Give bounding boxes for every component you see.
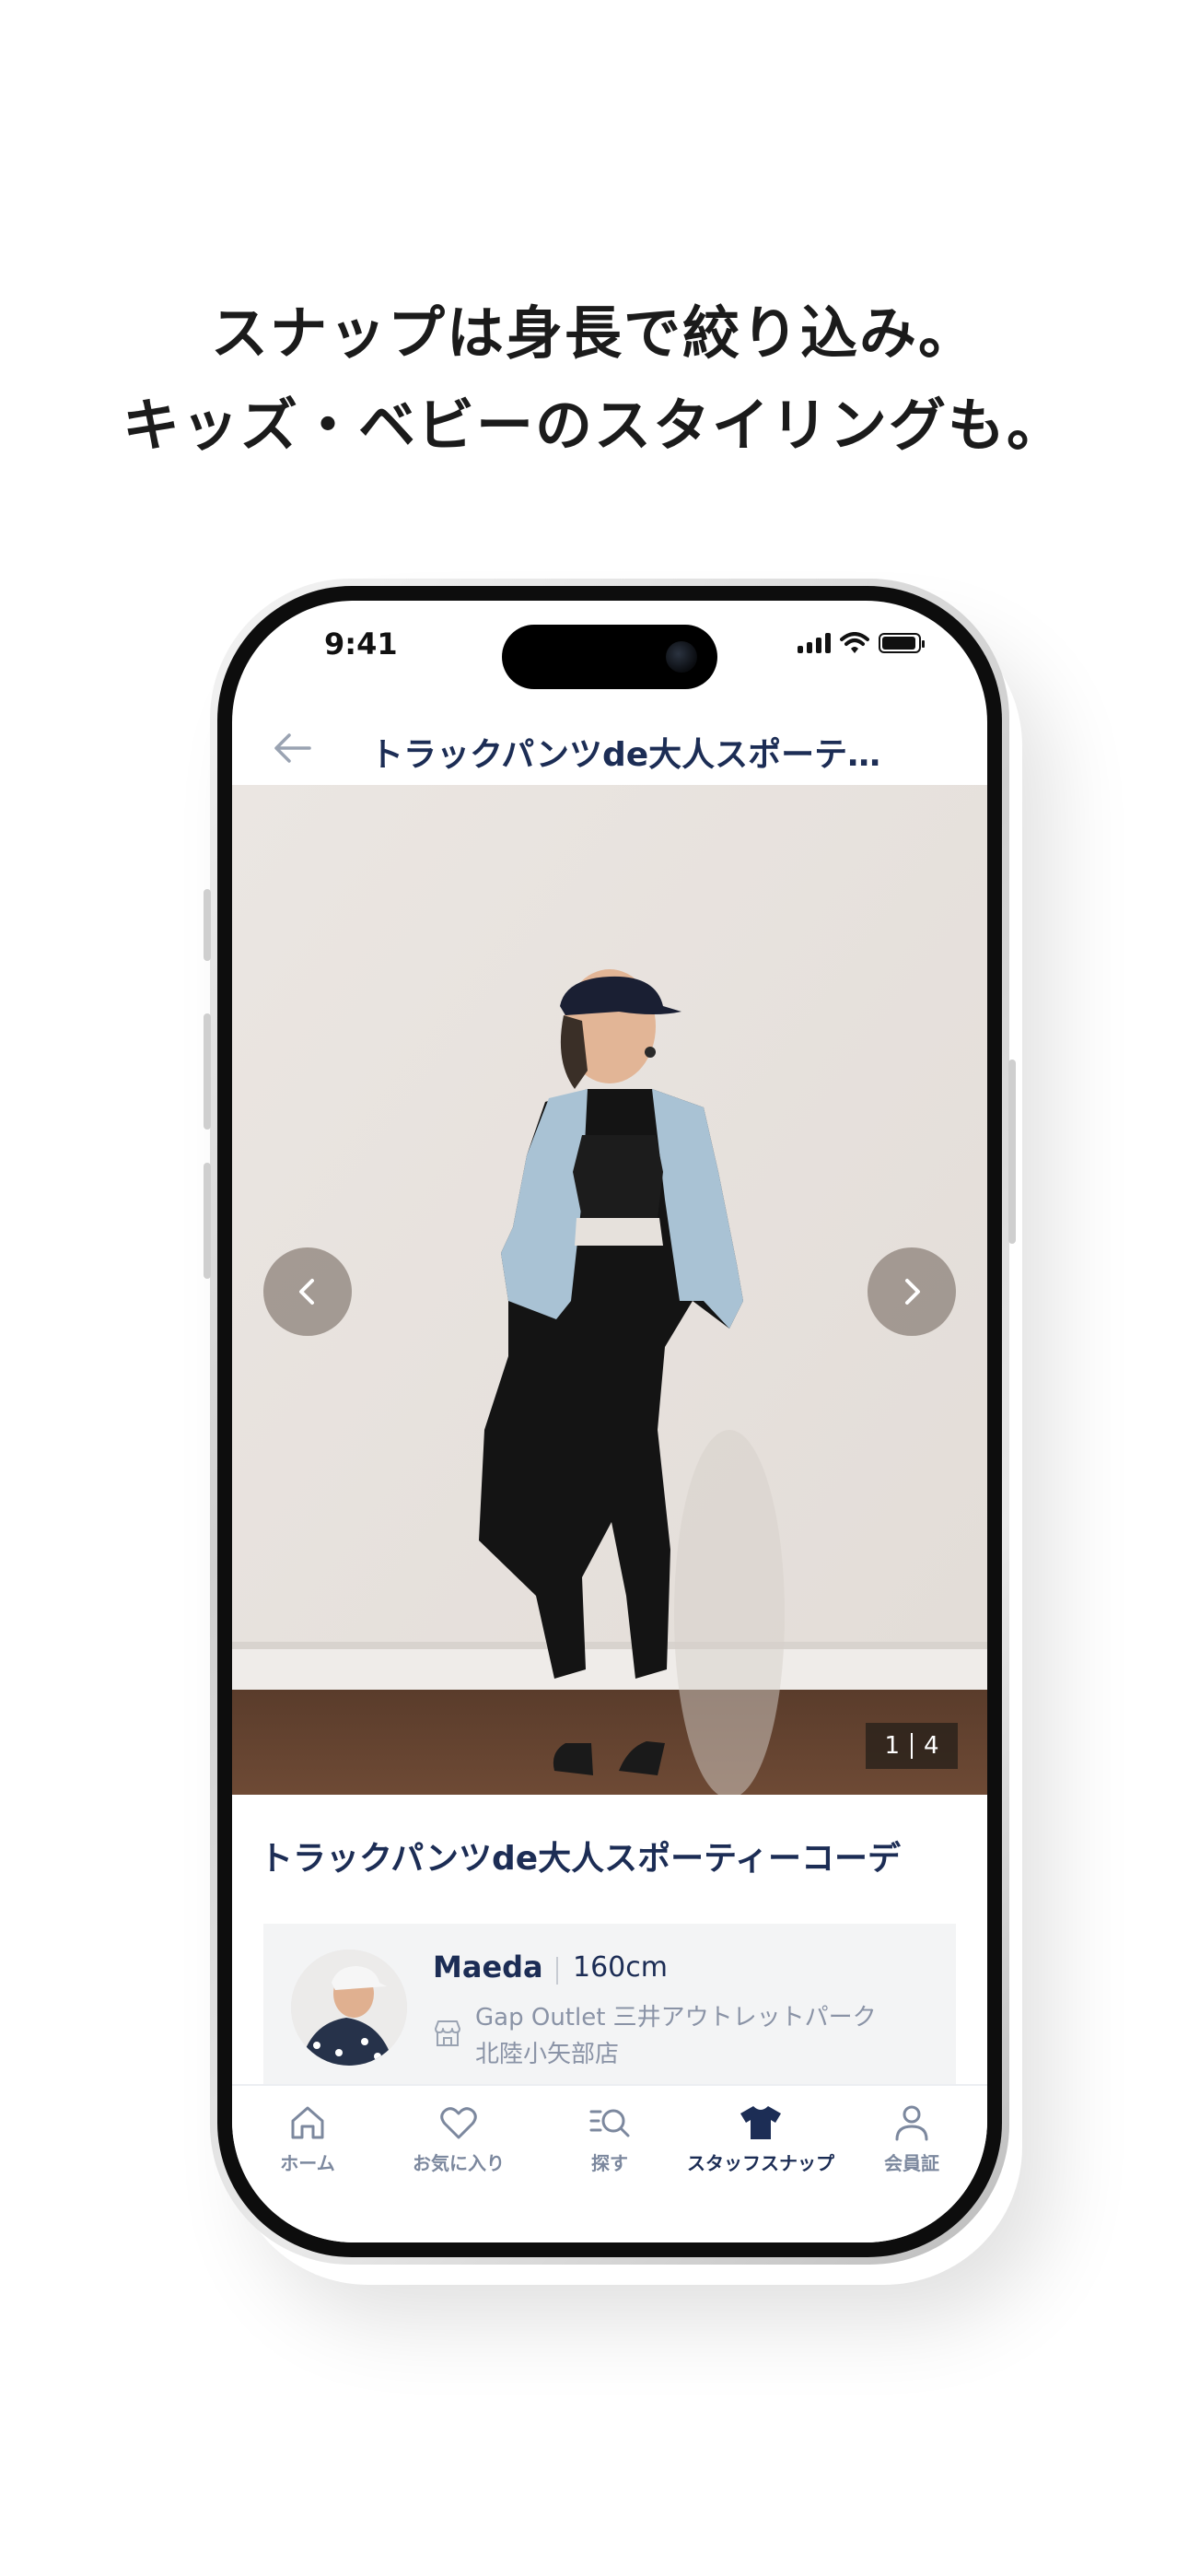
- staff-card[interactable]: Maeda 160cm Gap Outlet 三井アウトレットパーク 北陸小矢部…: [263, 1924, 956, 2090]
- name-height-divider: [556, 1957, 558, 1985]
- headline-line-1: スナップは身長で絞り込み。: [210, 299, 977, 367]
- store-name-line-1: Gap Outlet 三井アウトレットパーク: [475, 2004, 877, 2032]
- status-time: 9:41: [324, 626, 398, 662]
- home-icon: [291, 2106, 324, 2139]
- tab-staff-snap-label: スタッフスナップ: [687, 2152, 834, 2174]
- store-name-line-2: 北陸小矢部店: [475, 2041, 620, 2068]
- dynamic-island: [502, 625, 717, 689]
- top-bar: トラックパンツde大人スポーテ…: [232, 702, 987, 794]
- photo-counter-divider: [911, 1733, 913, 1759]
- tab-favorites-label: お気に入り: [413, 2152, 505, 2174]
- previous-photo-button[interactable]: [263, 1247, 352, 1336]
- store-icon: [435, 2020, 460, 2046]
- phone-power-button: [1008, 1060, 1016, 1244]
- tab-search-label: 探す: [591, 2152, 628, 2174]
- front-camera: [666, 641, 697, 673]
- arrow-left-icon[interactable]: [273, 730, 313, 767]
- tab-membership-card-label: 会員証: [884, 2152, 939, 2174]
- tab-home[interactable]: ホーム: [232, 2102, 383, 2175]
- snap-photo[interactable]: 1 4: [232, 785, 987, 1795]
- search-list-icon: [589, 2109, 630, 2137]
- signal-icon: [798, 633, 831, 653]
- phone-action-button: [204, 889, 211, 961]
- tab-search[interactable]: 探す: [534, 2102, 685, 2175]
- tab-membership-card[interactable]: 会員証: [836, 2102, 987, 2175]
- photo-counter-current: 1: [884, 1732, 900, 1760]
- phone-volume-down-button: [204, 1163, 211, 1279]
- next-photo-button[interactable]: [868, 1247, 956, 1336]
- photo-counter: 1 4: [866, 1723, 958, 1769]
- snap-title: トラックパンツde大人スポーティーコーデ: [260, 1840, 902, 1878]
- staff-name: Maeda: [433, 1950, 543, 1985]
- store-name: Gap Outlet 三井アウトレットパーク 北陸小矢部店: [475, 1999, 917, 2073]
- staff-height: 160cm: [573, 1951, 668, 1984]
- status-bar: 9:41: [232, 601, 987, 693]
- avatar-image: [291, 1950, 407, 2066]
- phone-screen: 9:41 トラックパンツde大人スポーテ… 1 4 トラックパンツde大人スポー…: [232, 601, 987, 2242]
- phone-volume-up-button: [204, 1013, 211, 1130]
- headline-line-2: キッズ・ベビーのスタイリングも。: [122, 392, 1066, 459]
- chevron-left-icon: [299, 1279, 314, 1305]
- tab-bar: ホーム お気に入り 探す スタッフスナップ 会員証: [232, 2084, 987, 2242]
- wifi-icon: [840, 632, 869, 653]
- avatar[interactable]: [291, 1950, 407, 2066]
- heart-icon: [440, 2107, 477, 2139]
- tab-home-label: ホーム: [280, 2152, 335, 2174]
- user-icon: [895, 2105, 928, 2141]
- tab-favorites[interactable]: お気に入り: [383, 2102, 534, 2175]
- page-title: トラックパンツde大人スポーテ…: [370, 736, 881, 774]
- tab-staff-snap[interactable]: スタッフスナップ: [685, 2102, 836, 2175]
- chevron-right-icon: [905, 1279, 920, 1305]
- battery-icon: [879, 633, 925, 653]
- status-icons: [798, 632, 925, 654]
- photo-counter-total: 4: [924, 1732, 939, 1760]
- tshirt-icon: [740, 2106, 781, 2139]
- headline: スナップは身長で絞り込み。 キッズ・ベビーのスタイリングも。: [0, 287, 1188, 472]
